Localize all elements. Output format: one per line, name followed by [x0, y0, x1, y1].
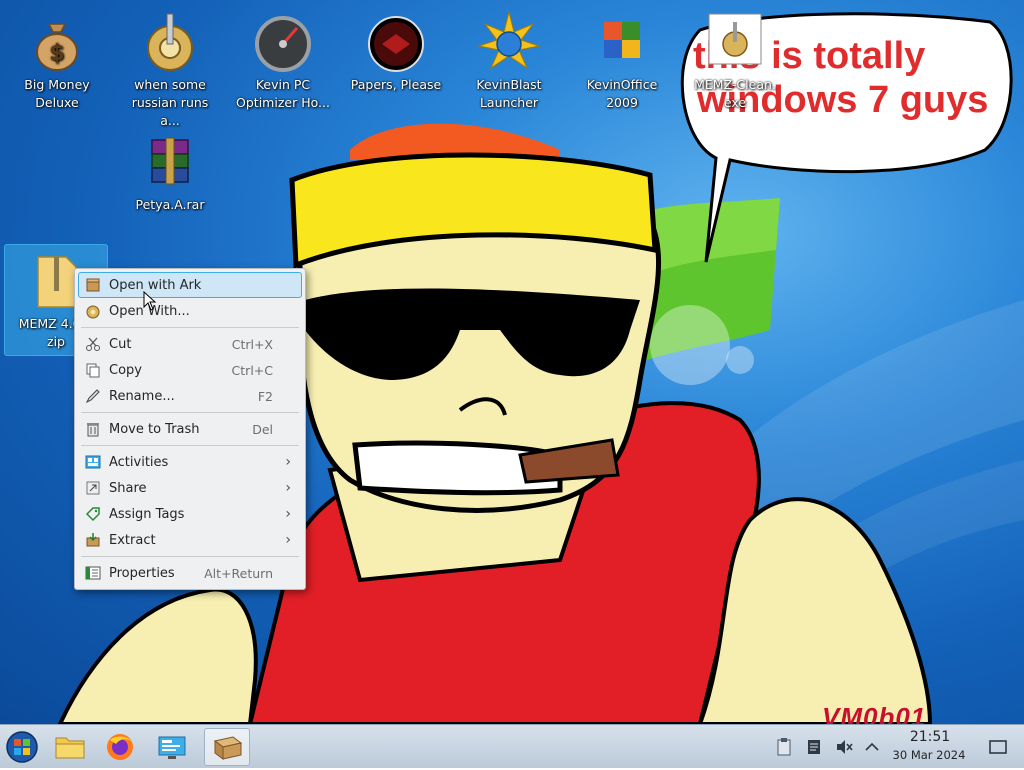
context-menu: Open with Ark Open With... Cut Ctrl+X Co… [74, 268, 306, 590]
desktop-icon-label: Petya.A.rar [135, 197, 205, 212]
desktop[interactable]: this is totally windows 7 guys VM0b01 $ … [0, 0, 1024, 724]
tag-icon [85, 507, 100, 522]
taskbar-system-settings[interactable] [152, 728, 192, 766]
taskbar-ark[interactable] [204, 728, 250, 766]
menu-item-label: Share [109, 480, 147, 496]
clipboard-icon[interactable] [774, 737, 794, 757]
menu-item-shortcut: Del [252, 421, 273, 437]
folder-icon [55, 737, 85, 759]
menu-item-share[interactable]: Share › [78, 475, 302, 501]
watermark-text: VM0b01 [822, 702, 927, 724]
chevron-up-icon[interactable] [862, 737, 882, 757]
share-icon [86, 481, 100, 495]
menu-separator [81, 445, 299, 446]
executable-icon [708, 13, 762, 65]
menu-item-label: Open with Ark [109, 277, 202, 293]
desktop-icon-kevin-pc-optimizer[interactable]: Kevin PC Optimizer Ho... [231, 6, 335, 112]
extract-icon [86, 533, 100, 547]
menu-item-activities[interactable]: Activities › [78, 449, 302, 475]
gear-icon [147, 13, 193, 71]
menu-item-assign-tags[interactable]: Assign Tags › [78, 501, 302, 527]
desktop-icon-label: MEMZ-Clean. exe [694, 77, 776, 110]
menu-item-label: Rename... [109, 388, 175, 404]
start-orb-icon [6, 731, 38, 763]
system-settings-icon [158, 736, 186, 759]
firefox-icon [107, 734, 133, 760]
menu-item-shortcut: Alt+Return [204, 565, 273, 581]
menu-item-properties[interactable]: Properties Alt+Return [78, 560, 302, 586]
desktop-icon-label: when some russian runs a... [131, 77, 209, 128]
submenu-arrow-icon: › [285, 480, 291, 496]
menu-separator [81, 412, 299, 413]
volume-muted-icon[interactable] [834, 737, 854, 757]
mouse-cursor-icon [143, 291, 157, 311]
rar-archive-icon [151, 137, 189, 185]
menu-separator [81, 556, 299, 557]
show-desktop-icon[interactable] [988, 737, 1008, 757]
copy-icon [86, 363, 100, 378]
speedometer-icon [255, 16, 311, 72]
papers-please-emblem-icon [368, 16, 424, 72]
office-logo-icon [604, 22, 640, 58]
taskbar-file-manager[interactable] [50, 728, 90, 766]
notes-icon[interactable] [804, 737, 824, 757]
desktop-icon-petya-rar[interactable]: Petya.A.rar [118, 126, 222, 214]
menu-item-cut[interactable]: Cut Ctrl+X [78, 331, 302, 357]
menu-item-shortcut: Ctrl+C [231, 362, 273, 378]
menu-item-label: Move to Trash [109, 421, 200, 437]
menu-item-label: Extract [109, 532, 156, 548]
money-bag-icon: $ [36, 23, 78, 71]
submenu-arrow-icon: › [285, 506, 291, 522]
open-with-icon [86, 305, 100, 319]
desktop-icon-kevinblast-launcher[interactable]: KevinBlast Launcher [457, 6, 561, 112]
desktop-icon-papers-please[interactable]: Papers, Please [344, 6, 448, 94]
desktop-icon-kevinoffice-2009[interactable]: KevinOffice 2009 [570, 6, 674, 112]
menu-item-shortcut: Ctrl+X [231, 336, 273, 352]
ark-archive-icon [213, 736, 243, 760]
desktop-icon-russian-runs[interactable]: when some russian runs a... [118, 6, 222, 130]
activities-icon [85, 455, 101, 469]
submenu-arrow-icon: › [285, 532, 291, 548]
rename-icon [85, 389, 100, 404]
menu-item-label: Copy [109, 362, 142, 378]
menu-item-label: Open With... [109, 303, 190, 319]
submenu-arrow-icon: › [285, 454, 291, 470]
menu-item-rename[interactable]: Rename... F2 [78, 383, 302, 409]
ark-icon [86, 278, 100, 292]
menu-item-label: Activities [109, 454, 169, 470]
svg-text:$: $ [49, 41, 64, 66]
menu-item-label: Properties [109, 565, 175, 581]
trash-icon [87, 423, 99, 437]
menu-item-copy[interactable]: Copy Ctrl+C [78, 357, 302, 383]
menu-item-extract[interactable]: Extract › [78, 527, 302, 553]
desktop-icon-label: Kevin PC Optimizer Ho... [236, 77, 330, 110]
desktop-icon-label: KevinBlast Launcher [476, 77, 542, 110]
menu-item-move-to-trash[interactable]: Move to Trash Del [78, 416, 302, 442]
desktop-icon-big-money-deluxe[interactable]: $ Big Money Deluxe [5, 6, 109, 112]
desktop-icon-memz-clean-exe[interactable]: MEMZ-Clean. exe [683, 6, 787, 112]
start-button[interactable] [2, 728, 42, 766]
properties-icon [85, 566, 101, 580]
desktop-icon-label: Big Money Deluxe [24, 77, 90, 110]
menu-item-label: Assign Tags [109, 506, 185, 522]
scissors-icon [86, 337, 100, 351]
menu-separator [81, 327, 299, 328]
menu-item-label: Cut [109, 336, 132, 352]
clock-date[interactable]: 30 Mar 2024 [886, 748, 972, 762]
taskbar: 21:51 30 Mar 2024 [0, 724, 1024, 768]
desktop-icon-label: KevinOffice 2009 [586, 77, 658, 110]
sun-burst-icon [477, 11, 541, 70]
menu-item-shortcut: F2 [257, 388, 273, 404]
menu-item-open-with-ark[interactable]: Open with Ark [78, 272, 302, 298]
taskbar-firefox[interactable] [100, 728, 140, 766]
desktop-icon-label: Papers, Please [350, 77, 442, 92]
clock-time[interactable]: 21:51 [890, 729, 970, 745]
menu-item-open-with[interactable]: Open With... [78, 298, 302, 324]
